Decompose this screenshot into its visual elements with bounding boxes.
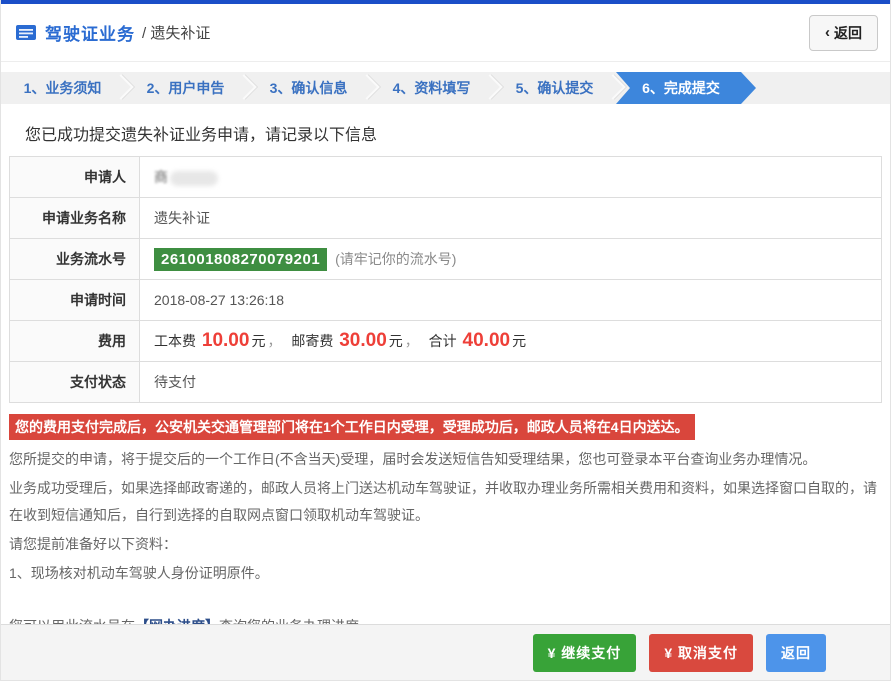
step-5-confirm-submit: 5、确认提交 xyxy=(493,72,626,104)
table-row: 费用 工本费 10.00 元， 邮寄费 30.00 元， 合计 40.00 元 xyxy=(9,320,882,362)
breadcrumb: 驾驶证业务 / 遗失补证 xyxy=(15,20,210,45)
header: 驾驶证业务 / 遗失补证 ‹ 返回 xyxy=(1,4,890,62)
serial-number-value: 261001808270079201 (请牢记你的流水号) xyxy=(139,238,882,280)
info-paragraph: 请您提前准备好以下资料： xyxy=(9,536,177,552)
applicant-value: 商 xyxy=(139,156,882,198)
step-label: 3、确认信息 xyxy=(269,80,348,96)
serial-number-badge: 261001808270079201 xyxy=(154,247,328,271)
redacted-name-blur xyxy=(170,170,218,186)
fee-separator: ， xyxy=(404,333,419,349)
chevron-left-icon: ‹ xyxy=(825,24,830,41)
page-title: 驾驶证业务 xyxy=(45,25,135,44)
row-label: 申请人 xyxy=(9,156,140,198)
step-label: 6、完成提交 xyxy=(642,80,720,96)
step-label: 2、用户申告 xyxy=(146,80,225,96)
row-label: 申请时间 xyxy=(9,279,140,321)
serial-note: (请牢记你的流水号) xyxy=(335,250,457,267)
license-card-icon xyxy=(15,23,37,42)
continue-payment-button[interactable]: ¥ 继续支付 xyxy=(532,633,637,672)
fee-item-amount: 30.00 xyxy=(339,330,387,351)
main-content: 您已成功提交遗失补证业务申请，请记录以下信息 申请人 商 申请业务名称 遗失补证… xyxy=(1,104,890,624)
success-message: 您已成功提交遗失补证业务申请，请记录以下信息 xyxy=(25,127,378,144)
row-label: 支付状态 xyxy=(9,361,140,403)
application-info-table: 申请人 商 申请业务名称 遗失补证 业务流水号 2610018082700792… xyxy=(9,156,882,403)
step-label: 5、确认提交 xyxy=(515,80,594,96)
step-2-user-declaration: 2、用户申告 xyxy=(124,72,257,104)
back-button-label: 返回 xyxy=(834,24,862,41)
step-label: 4、资料填写 xyxy=(392,80,471,96)
fee-item-amount: 40.00 xyxy=(462,330,511,351)
return-button[interactable]: 返回 xyxy=(766,633,826,672)
fee-item-label: 邮寄费 xyxy=(291,333,334,349)
info-paragraph: 业务成功受理后，如果选择邮政寄递的，邮政人员将上门送达机动车驾驶证，并收取办理业… xyxy=(9,480,877,523)
step-4-fill-materials: 4、资料填写 xyxy=(370,72,503,104)
cancel-payment-button[interactable]: ¥ 取消支付 xyxy=(649,633,753,672)
info-paragraph: 1、现场核对机动车驾驶人身份证明原件。 xyxy=(9,565,269,581)
progress-hint: 您可以用此流水号在【网办进度】查询您的业务办理进度。 xyxy=(9,613,882,624)
fee-item-label: 工本费 xyxy=(154,333,196,349)
fee-item-amount: 10.00 xyxy=(201,330,250,351)
fee-separator: ， xyxy=(267,333,282,349)
fee-unit: 元 xyxy=(512,333,527,349)
pay-status-value: 待支付 xyxy=(139,361,882,403)
applicant-name-partial: 商 xyxy=(154,169,168,185)
step-6-complete-submit-active: 6、完成提交 xyxy=(616,72,756,104)
table-row: 申请时间 2018-08-27 13:26:18 xyxy=(9,279,882,321)
table-row: 支付状态 待支付 xyxy=(9,361,882,403)
fee-unit: 元 xyxy=(388,333,403,349)
step-3-confirm-info: 3、确认信息 xyxy=(247,72,380,104)
step-1-business-notice: 1、业务须知 xyxy=(1,72,134,104)
step-label: 1、业务须知 xyxy=(23,80,102,96)
business-name-value: 遗失补证 xyxy=(139,197,882,239)
row-label: 费用 xyxy=(9,320,140,362)
step-progress-bar: 1、业务须知 2、用户申告 3、确认信息 4、资料填写 5、确认提交 6、完成提… xyxy=(1,72,890,104)
page: 驾驶证业务 / 遗失补证 ‹ 返回 1、业务须知 2、用户申告 3、确认信息 4… xyxy=(0,0,891,681)
breadcrumb-current: / 遗失补证 xyxy=(142,25,211,42)
row-label: 申请业务名称 xyxy=(9,197,140,239)
table-row: 申请人 商 xyxy=(9,156,882,198)
fee-value: 工本费 10.00 元， 邮寄费 30.00 元， 合计 40.00 元 xyxy=(139,320,882,362)
table-row: 业务流水号 261001808270079201 (请牢记你的流水号) xyxy=(9,238,882,280)
table-row: 申请业务名称 遗失补证 xyxy=(9,197,882,239)
fee-item-label: 合计 xyxy=(428,333,457,349)
apply-time-value: 2018-08-27 13:26:18 xyxy=(139,279,882,321)
footer-action-bar: ¥ 继续支付 ¥ 取消支付 返回 xyxy=(1,624,890,680)
fee-unit: 元 xyxy=(251,333,266,349)
back-button[interactable]: ‹ 返回 xyxy=(809,14,878,51)
payment-notice-banner: 您的费用支付完成后，公安机关交通管理部门将在1个工作日内受理，受理成功后，邮政人… xyxy=(9,414,695,440)
info-paragraph: 您所提交的申请，将于提交后的一个工作日(不含当天)受理，届时会发送短信告知受理结… xyxy=(9,451,817,467)
row-label: 业务流水号 xyxy=(9,238,140,280)
